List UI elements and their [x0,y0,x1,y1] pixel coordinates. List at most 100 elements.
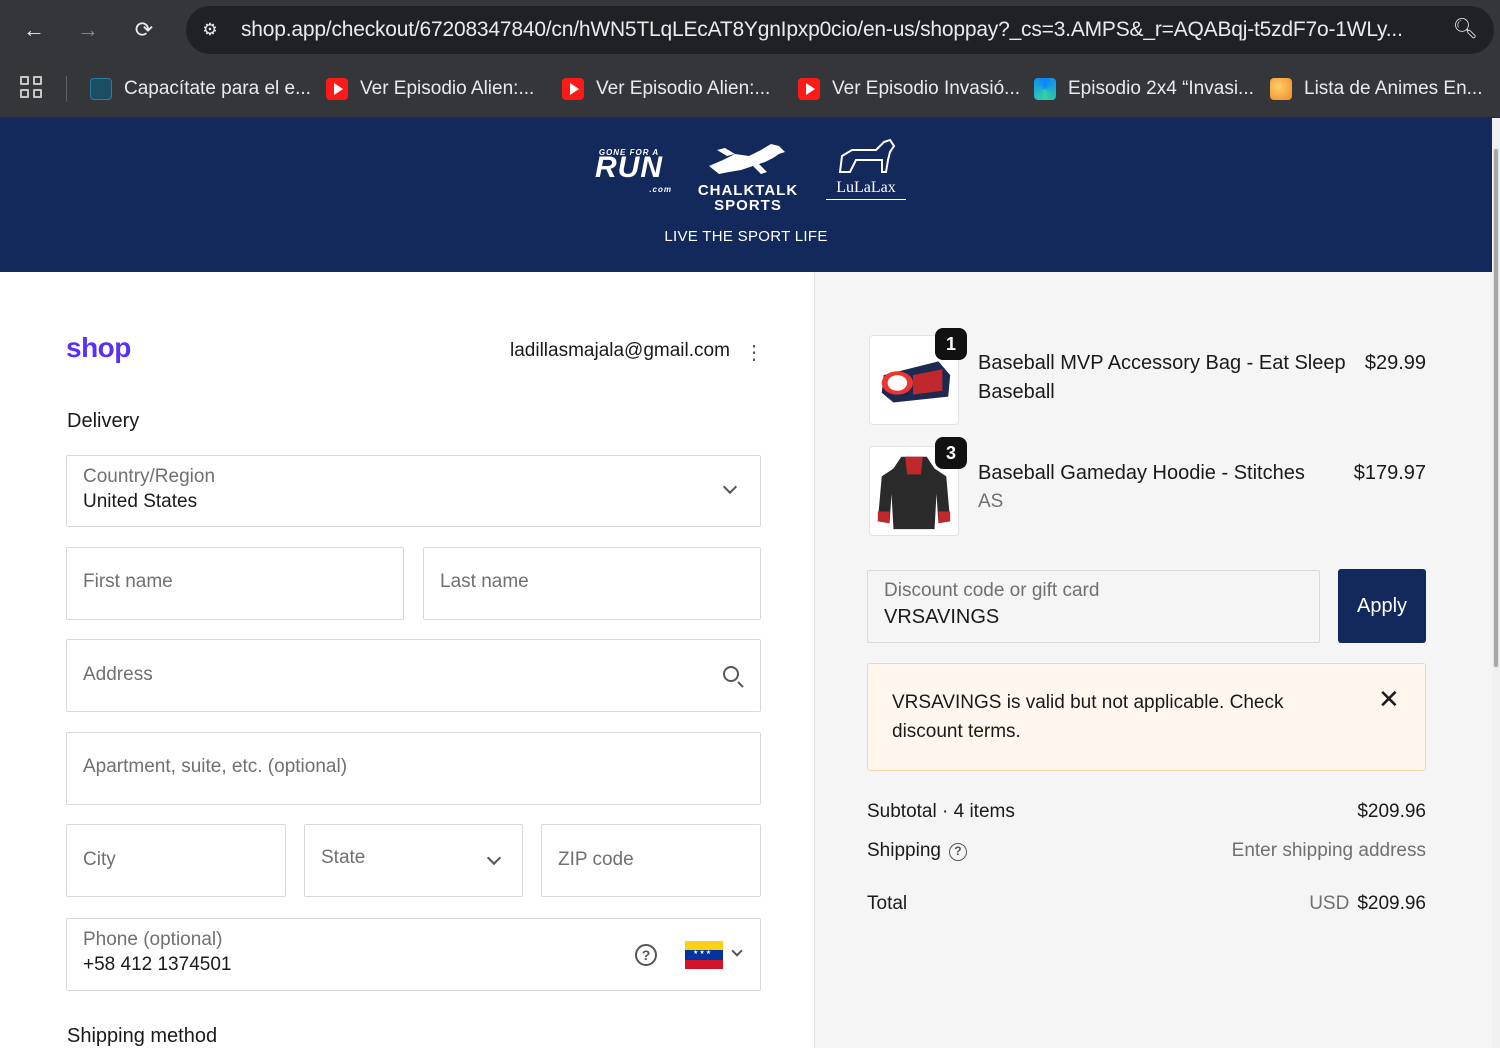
discount-value: VRSAVINGS [884,606,1000,628]
close-icon[interactable]: ✕ [1378,684,1400,715]
phone-field[interactable]: Phone (optional) +58 412 1374501 ? [66,918,761,991]
back-arrow-icon[interactable]: ← [18,14,50,46]
delivery-title: Delivery [67,410,140,432]
subtotal-value: $209.96 [1357,801,1426,822]
dog-icon [838,138,896,173]
apartment-field[interactable]: Apartment, suite, etc. (optional) [66,732,761,805]
youtube-icon [798,78,820,100]
youtube-icon [562,78,584,100]
item-price: $29.99 [1364,352,1426,374]
item-price: $179.97 [1353,462,1426,484]
warning-message: VRSAVINGS is valid but not applicable. C… [892,692,1284,742]
site-info-icon[interactable]: ⚙ [196,16,224,44]
bookmark-label: Capacítate para el e... [124,78,311,99]
search-icon[interactable] [723,666,739,682]
total-value: $209.96 [1357,893,1426,914]
zoom-icon[interactable]: 🔍︎ [1453,16,1478,41]
logo-underline [826,199,906,200]
first-name-placeholder: First name [83,571,173,592]
logo-text: RUN [595,151,663,184]
order-summary: 1 Baseball MVP Accessory Bag - Eat Sleep… [814,272,1492,1048]
running-dog-icon [709,144,785,174]
forward-arrow-icon[interactable]: → [72,14,104,46]
venezuela-flag-icon[interactable] [685,941,723,969]
scrollbar-thumb[interactable] [1493,148,1499,668]
bookmark-label: Lista de Animes En... [1304,78,1483,99]
zip-field[interactable]: ZIP code [541,824,761,897]
city-field[interactable]: City [66,824,286,897]
chevron-down-icon[interactable] [731,945,743,957]
help-icon[interactable]: ? [635,944,657,966]
apps-grid-icon[interactable] [20,76,42,98]
bookmarks-bar: Capacítate para el e... Ver Episodio Ali… [0,60,1500,118]
quantity-badge: 3 [935,437,967,469]
bookmarks-divider [66,76,67,102]
apartment-placeholder: Apartment, suite, etc. (optional) [83,756,348,777]
total-row: USD $209.96 [1309,893,1426,915]
discount-label: Discount code or gift card [884,580,1100,601]
last-name-placeholder: Last name [440,571,529,592]
zip-placeholder: ZIP code [558,849,634,870]
logo-text: CHALKTALK [697,182,799,199]
item-name: Baseball Gameday Hoodie - Stitches [978,462,1305,484]
more-options-icon[interactable]: ⋮ [744,340,764,365]
total-label: Total [867,893,908,914]
account-email: ladillasmajala@gmail.com [510,340,730,361]
phone-label: Phone (optional) [83,929,223,950]
discount-code-field[interactable]: Discount code or gift card VRSAVINGS [867,570,1320,643]
bookmark-item[interactable]: Ver Episodio Invasió... [798,74,1020,104]
bookmark-item[interactable]: Ver Episodio Alien:... [326,74,534,104]
address-placeholder: Address [83,664,153,685]
state-placeholder: State [321,847,366,868]
total-currency: USD [1309,893,1350,914]
discount-warning: VRSAVINGS is valid but not applicable. C… [867,663,1426,771]
country-select[interactable]: Country/Region United States [66,455,761,527]
bookmark-item[interactable]: Ver Episodio Alien:... [562,74,770,104]
item-variant: AS [978,491,1004,512]
country-value: United States [83,491,198,512]
shipping-method-title: Shipping method [67,1025,218,1047]
logo-text: SPORTS [714,197,782,214]
apply-button[interactable]: Apply [1338,569,1426,643]
bookmark-label: Episodio 2x4 “Invasi... [1068,78,1254,99]
bookmark-label: Ver Episodio Alien:... [596,78,771,99]
state-select[interactable]: State [304,824,523,897]
bookmark-item[interactable]: Capacítate para el e... [90,74,311,104]
store-banner: GONE FOR A RUN .com CHALKTALK SPORTS LuL… [0,118,1492,272]
shipping-label: Shipping [867,840,941,861]
last-name-field[interactable]: Last name [423,547,761,620]
bookmark-label: Ver Episodio Invasió... [832,78,1020,99]
gone-for-a-run-logo[interactable]: GONE FOR A RUN .com [586,148,672,194]
youtube-icon [326,78,348,100]
city-placeholder: City [83,849,116,870]
help-icon[interactable]: ? [948,843,967,861]
browser-toolbar: ← → ⟳ ⚙ shop.app/checkout/67208347840/cn… [0,0,1500,60]
doc-icon [90,78,112,100]
anime-icon [1270,78,1292,100]
subtotal-label: Subtotal · 4 items [867,801,1015,822]
address-field[interactable]: Address [66,639,761,712]
bookmark-item[interactable]: Episodio 2x4 “Invasi... [1034,74,1254,104]
chalktalk-sports-logo[interactable]: CHALKTALK SPORTS [690,140,806,213]
country-label: Country/Region [83,466,216,487]
shop-logo: shop [66,332,131,363]
lulalax-logo[interactable]: LuLaLax [826,138,906,200]
page-scrollbar[interactable] [1492,118,1500,1048]
bookmark-label: Ver Episodio Alien:... [360,78,535,99]
shipping-label-row: Shipping? [867,840,967,862]
first-name-field[interactable]: First name [66,547,404,620]
phone-value: +58 412 1374501 [83,954,232,975]
logo-text: .com [649,185,672,194]
item-name: Baseball MVP Accessory Bag - Eat Sleep B… [978,352,1346,403]
url-text[interactable]: shop.app/checkout/67208347840/cn/hWN5TLq… [241,18,1441,42]
banner-tagline: LIVE THE SPORT LIFE [664,228,828,245]
address-bar[interactable]: ⚙ shop.app/checkout/67208347840/cn/hWN5T… [186,6,1494,54]
reload-icon[interactable]: ⟳ [128,14,160,46]
shipping-value: Enter shipping address [1231,840,1426,861]
chevron-down-icon [722,479,738,495]
edge-icon [1034,78,1056,100]
bookmark-item[interactable]: Lista de Animes En... [1270,74,1483,104]
chevron-down-icon [486,850,502,866]
quantity-badge: 1 [935,328,967,360]
logo-text: LuLaLax [836,179,896,196]
